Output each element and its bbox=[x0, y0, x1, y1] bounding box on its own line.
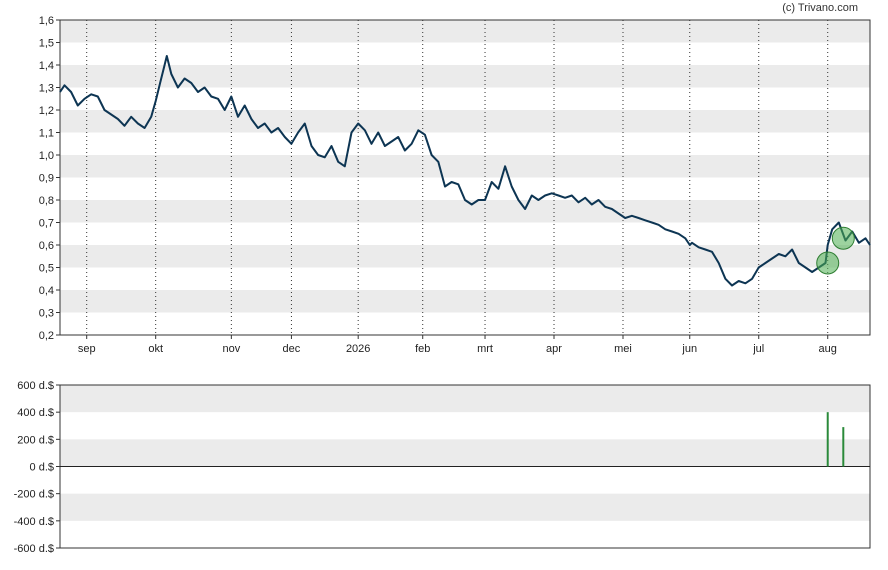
bar-ytick-label: 200 d.$ bbox=[17, 434, 54, 446]
price-ytick-label: 1,1 bbox=[39, 128, 54, 140]
bar-ytick-label: -200 d.$ bbox=[14, 489, 54, 501]
price-ytick-label: 0,3 bbox=[39, 308, 54, 320]
price-xtick-label: dec bbox=[283, 343, 301, 355]
price-ytick-label: 1,4 bbox=[39, 60, 54, 72]
price-ytick-label: 0,5 bbox=[39, 263, 54, 275]
price-xtick-label: jun bbox=[681, 343, 697, 355]
price-xtick-label: feb bbox=[415, 343, 430, 355]
price-ytick-label: 1,6 bbox=[39, 15, 54, 27]
bar-grid-band bbox=[60, 493, 870, 521]
price-ytick-label: 0,7 bbox=[39, 218, 54, 230]
price-grid-band bbox=[60, 245, 870, 268]
price-ytick-label: 0,6 bbox=[39, 240, 54, 252]
price-xtick-label: nov bbox=[222, 343, 240, 355]
credit-text: (c) Trivano.com bbox=[782, 2, 858, 14]
price-xtick-label: sep bbox=[78, 343, 96, 355]
transaction-marker bbox=[831, 226, 855, 250]
price-xtick-label: mei bbox=[614, 343, 632, 355]
transaction-marker bbox=[816, 251, 840, 275]
price-grid-band bbox=[60, 155, 870, 178]
price-grid-band bbox=[60, 200, 870, 223]
bar-ytick-label: 0 d.$ bbox=[30, 462, 54, 474]
price-xtick-label: apr bbox=[546, 343, 562, 355]
price-xtick-label: aug bbox=[819, 343, 837, 355]
price-ytick-label: 1,3 bbox=[39, 83, 54, 95]
price-ytick-label: 0,9 bbox=[39, 173, 54, 185]
price-ytick-label: 1,2 bbox=[39, 105, 54, 117]
price-grid-band bbox=[60, 290, 870, 313]
price-ytick-label: 0,8 bbox=[39, 195, 54, 207]
bar-ytick-label: -400 d.$ bbox=[14, 516, 54, 528]
chart-svg: sep okt nov dec 2026 feb mrt apr mei jun jul aug 0,2… bbox=[14, 15, 871, 555]
price-ytick-label: 1,0 bbox=[39, 150, 54, 162]
price-xtick-label: mrt bbox=[477, 343, 493, 355]
bar-grid-band bbox=[60, 385, 870, 413]
price-ytick-label: 1,5 bbox=[39, 38, 54, 50]
price-xtick-label: jul bbox=[752, 343, 764, 355]
bar-grid-band bbox=[60, 439, 870, 467]
price-ytick-label: 0,4 bbox=[39, 285, 54, 297]
bar-ytick-label: 600 d.$ bbox=[17, 380, 54, 392]
price-grid-band bbox=[60, 110, 870, 133]
price-xtick-label: okt bbox=[148, 343, 163, 355]
price-ytick-label: 0,2 bbox=[39, 330, 54, 342]
chart-stage: (c) Trivano.com sep okt nov dec 2026 feb mrt ap… bbox=[0, 0, 888, 565]
price-grid-band bbox=[60, 20, 870, 43]
bar-ytick-label: 400 d.$ bbox=[17, 407, 54, 419]
bar-ytick-label: -600 d.$ bbox=[14, 543, 54, 555]
price-xtick-label: 2026 bbox=[346, 343, 370, 355]
